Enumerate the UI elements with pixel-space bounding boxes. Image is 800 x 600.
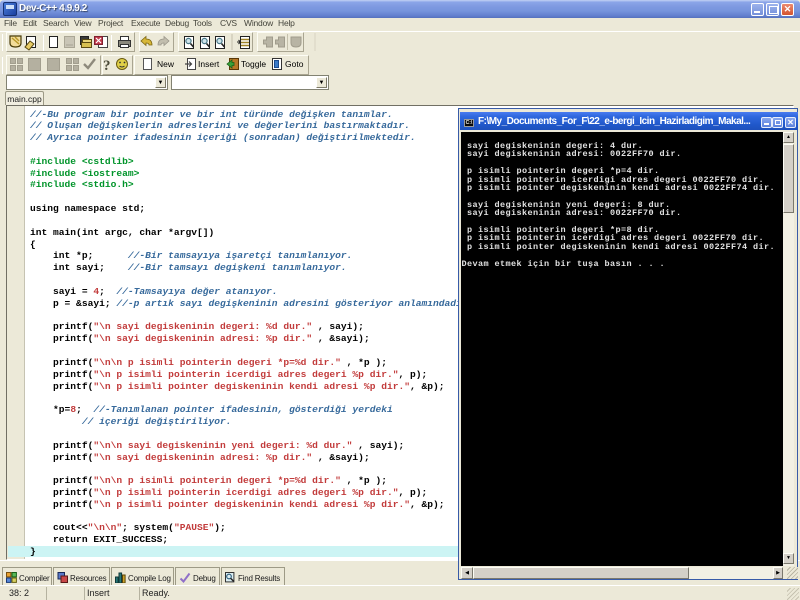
svg-text:?: ? (103, 58, 111, 74)
